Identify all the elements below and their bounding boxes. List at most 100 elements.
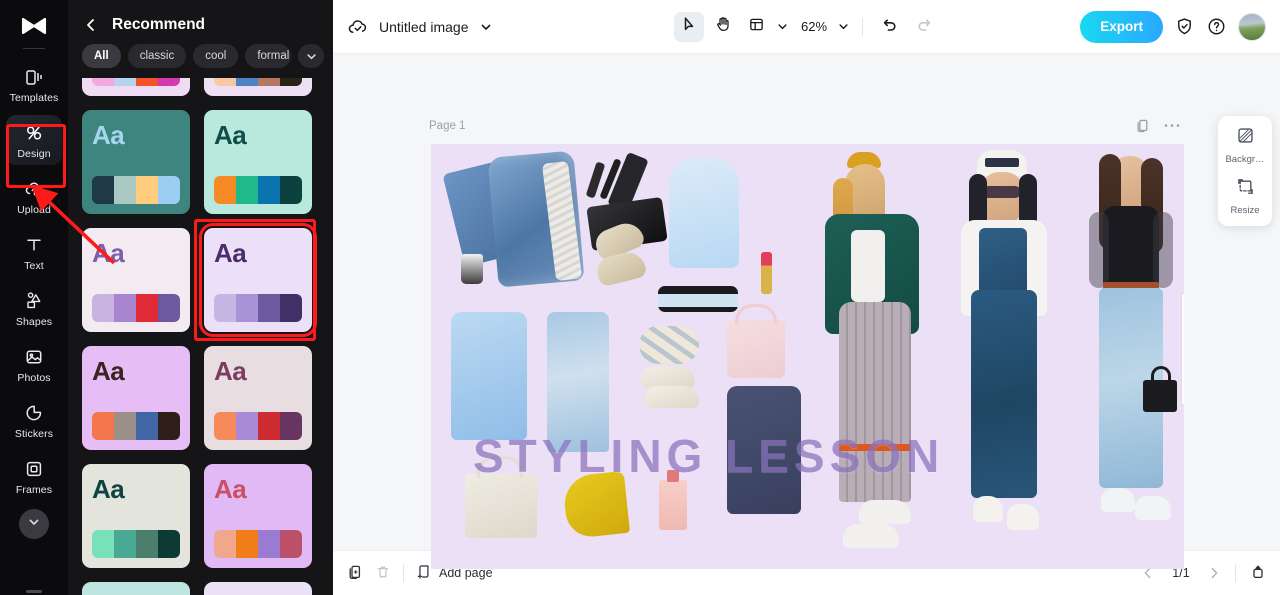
canvas-stage[interactable]: Page 1 STYLING LESSON Backgr… Resize xyxy=(333,54,1280,569)
resize-tool-button[interactable]: Resize xyxy=(1218,177,1272,216)
sidebar-item-stickers[interactable]: Stickers xyxy=(6,395,62,445)
bottom-divider-2 xyxy=(1235,564,1236,582)
swatch xyxy=(280,176,302,204)
delete-page-button[interactable] xyxy=(375,564,391,583)
cursor-arrow-icon xyxy=(680,15,698,38)
resize-icon xyxy=(1236,177,1255,201)
swatch xyxy=(136,78,158,86)
theme-card-swatches xyxy=(214,78,302,86)
panel-title: Recommend xyxy=(112,16,206,33)
capcut-logo-icon[interactable] xyxy=(14,12,54,42)
sidebar-item-label: Upload xyxy=(17,204,51,216)
chips-expand-button chevron-down-icon[interactable] xyxy=(298,44,325,68)
more-horizontal-icon[interactable] xyxy=(1164,123,1180,128)
duplicate-page-icon[interactable] xyxy=(1135,118,1150,133)
collage-coffee-cup xyxy=(461,254,483,284)
selection-edge-handle[interactable] xyxy=(1182,294,1184,404)
theme-card[interactable]: Aa xyxy=(82,464,190,568)
swatch xyxy=(236,78,258,86)
user-avatar[interactable] xyxy=(1238,12,1266,41)
swatch xyxy=(136,412,158,440)
theme-card[interactable]: Aa xyxy=(204,346,312,450)
theme-card[interactable]: Aa xyxy=(82,228,190,332)
layout-panel-button[interactable] xyxy=(742,12,772,42)
theme-card-swatches xyxy=(214,294,302,322)
layout-panel-icon xyxy=(748,16,765,38)
zoom-level[interactable]: 62% xyxy=(801,19,827,34)
rail-scroll-indicator xyxy=(26,590,42,593)
swatch xyxy=(280,412,302,440)
export-page-icon xyxy=(1250,564,1266,583)
sidebar-item-label: Templates xyxy=(9,92,59,104)
sidebar-item-upload[interactable]: Upload xyxy=(6,171,62,221)
theme-card[interactable]: Aa xyxy=(82,346,190,450)
duplicate-page-button[interactable] xyxy=(347,564,363,583)
chip-all[interactable]: All xyxy=(82,44,121,68)
help-circle-icon[interactable] xyxy=(1206,16,1227,37)
trash-icon xyxy=(375,564,391,583)
sidebar-item-design[interactable]: Design xyxy=(6,115,62,165)
design-canvas-page[interactable]: STYLING LESSON xyxy=(431,144,1184,569)
swatch xyxy=(258,530,280,558)
sidebar-more-button[interactable] xyxy=(19,509,49,539)
sidebar-item-photos[interactable]: Photos xyxy=(6,339,62,389)
shield-check-icon[interactable] xyxy=(1174,16,1195,37)
swatch xyxy=(214,78,236,86)
zoom-caret chevron-down-icon[interactable] xyxy=(837,20,850,33)
collage-model-3 xyxy=(1081,154,1181,564)
theme-card-swatches xyxy=(92,78,180,86)
background-tool-button[interactable]: Backgr… xyxy=(1218,126,1272,165)
theme-card-sample: Aa xyxy=(92,120,125,150)
theme-card[interactable]: Aa xyxy=(82,110,190,214)
chip-cool[interactable]: cool xyxy=(193,44,239,68)
undo-button[interactable] xyxy=(875,12,905,42)
chevron-down-icon[interactable] xyxy=(479,20,493,34)
cloud-saved-icon[interactable] xyxy=(347,16,369,38)
toolbar-divider xyxy=(862,17,864,36)
chip-formal[interactable]: formal xyxy=(245,44,292,68)
collage-blue-coat xyxy=(451,312,527,440)
collage-scarf xyxy=(639,326,699,364)
theme-card-sample: Aa xyxy=(214,474,247,504)
theme-card[interactable]: Aa xyxy=(204,78,312,96)
swatch xyxy=(280,294,302,322)
export-page-button[interactable] xyxy=(1250,564,1266,583)
theme-card-swatches xyxy=(214,176,302,204)
design-icon xyxy=(23,122,45,144)
canvas-watermark-text[interactable]: STYLING LESSON xyxy=(473,429,944,483)
collage-sneaker-2 xyxy=(645,386,699,408)
document-title[interactable]: Untitled image xyxy=(379,19,469,35)
swatch xyxy=(114,294,136,322)
redo-button[interactable] xyxy=(909,12,939,42)
theme-card-swatches xyxy=(92,412,180,440)
sidebar-item-text[interactable]: Text xyxy=(6,227,62,277)
design-panel: Recommend All classic cool formal Aa Aa Aa… xyxy=(68,0,333,595)
swatch xyxy=(114,412,136,440)
export-button[interactable]: Export xyxy=(1080,10,1163,43)
photos-icon xyxy=(23,346,45,368)
theme-card[interactable]: Aa xyxy=(204,582,312,595)
upload-cloud-icon xyxy=(23,178,45,200)
sidebar-item-label: Frames xyxy=(15,484,53,496)
swatch xyxy=(214,412,236,440)
theme-card-grid[interactable]: Aa Aa Aa Aa Aa Aa Aa Aa Aa Aa Aa Aa xyxy=(68,78,333,595)
layout-caret chevron-down-icon[interactable] xyxy=(776,20,789,33)
theme-card[interactable]: Aa xyxy=(82,78,190,96)
rail-divider xyxy=(23,48,45,49)
next-page-button chevron-right-icon[interactable] xyxy=(1207,566,1221,580)
sidebar-item-shapes[interactable]: Shapes xyxy=(6,283,62,333)
sidebar-item-frames[interactable]: Frames xyxy=(6,451,62,501)
filter-chips: All classic cool formal xyxy=(68,44,333,68)
theme-card[interactable]: Aa xyxy=(82,582,190,595)
sidebar-item-label: Shapes xyxy=(15,316,53,328)
select-tool-button[interactable] xyxy=(673,11,704,42)
hand-tool-button[interactable] xyxy=(708,12,738,42)
theme-card[interactable]: Aa xyxy=(204,110,312,214)
theme-card[interactable]: Aa xyxy=(199,223,317,337)
chip-classic[interactable]: classic xyxy=(127,44,187,68)
frames-icon xyxy=(23,458,45,480)
panel-back-button chevron-left-icon[interactable] xyxy=(82,16,100,34)
theme-card[interactable]: Aa xyxy=(204,464,312,568)
hand-icon xyxy=(714,15,732,38)
sidebar-item-templates[interactable]: Templates xyxy=(6,59,62,109)
